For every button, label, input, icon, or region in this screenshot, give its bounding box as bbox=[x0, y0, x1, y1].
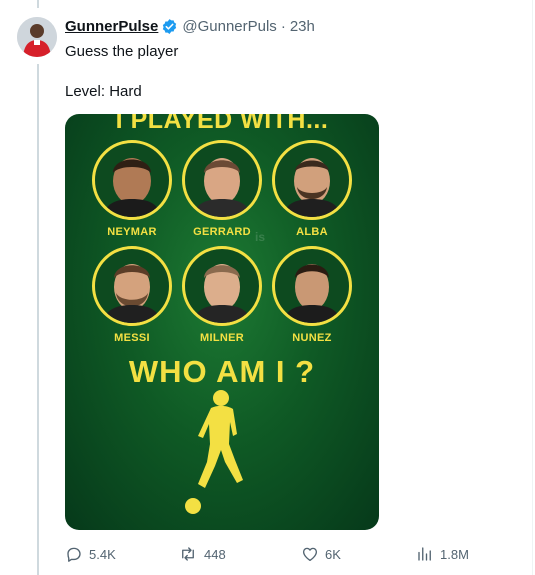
media-watermark: is bbox=[255, 230, 266, 244]
thread-line bbox=[37, 64, 39, 575]
player-name: NEYMAR bbox=[107, 226, 157, 238]
tweet-header: GunnerPulse @GunnerPuls · 23h bbox=[65, 18, 315, 35]
player-card: ALBA bbox=[269, 140, 355, 238]
action-bar: 5.4K 448 6K 1.8M bbox=[65, 545, 505, 565]
player-card: NEYMAR bbox=[89, 140, 175, 238]
who-am-i-text: WHO AM I ? bbox=[128, 354, 316, 389]
repost-button[interactable]: 448 bbox=[178, 545, 226, 563]
heart-icon bbox=[302, 547, 318, 562]
like-button[interactable]: 6K bbox=[301, 545, 341, 563]
player-name: ALBA bbox=[296, 226, 328, 238]
player-photo bbox=[92, 140, 172, 220]
player-photo bbox=[272, 246, 352, 326]
verified-badge-icon bbox=[163, 19, 177, 34]
views-button[interactable]: 1.8M bbox=[416, 545, 469, 563]
player-photo bbox=[272, 140, 352, 220]
repost-count: 448 bbox=[204, 546, 226, 562]
reply-button[interactable]: 5.4K bbox=[65, 545, 116, 563]
player-card: MESSI bbox=[89, 246, 175, 344]
player-name: GERRARD bbox=[193, 226, 251, 238]
player-photo bbox=[182, 140, 262, 220]
tweet-text: Guess the player Level: Hard bbox=[65, 42, 178, 102]
views-bar-chart-icon bbox=[418, 547, 431, 561]
tweet-text-line: Guess the player bbox=[65, 43, 179, 60]
views-count: 1.8M bbox=[440, 546, 469, 562]
player-name: MILNER bbox=[200, 332, 244, 344]
timestamp[interactable]: 23h bbox=[290, 18, 315, 35]
player-card: NUNEZ bbox=[269, 246, 355, 344]
separator-dot: · bbox=[280, 18, 286, 35]
player-silhouette-icon bbox=[185, 390, 243, 514]
timeline-divider bbox=[532, 0, 533, 575]
player-name: MESSI bbox=[114, 332, 150, 344]
player-name: NUNEZ bbox=[292, 332, 332, 344]
thread-line-top bbox=[37, 0, 39, 8]
player-card: GERRARD bbox=[179, 140, 265, 238]
player-card: MILNER bbox=[179, 246, 265, 344]
avatar-image bbox=[17, 17, 57, 57]
avatar[interactable] bbox=[17, 17, 57, 57]
tweet-text-line: Level: Hard bbox=[65, 83, 142, 100]
player-photo bbox=[182, 246, 262, 326]
reply-icon bbox=[67, 547, 81, 562]
media-banner: I PLAYED WITH... bbox=[115, 114, 329, 134]
like-count: 6K bbox=[325, 546, 341, 562]
tweet-media-image[interactable]: I PLAYED WITH... NEYMAR GERRARD ALBA MES… bbox=[65, 114, 379, 530]
repost-icon bbox=[182, 547, 194, 561]
player-photo bbox=[92, 246, 172, 326]
reply-count: 5.4K bbox=[89, 546, 116, 562]
author-handle[interactable]: @GunnerPuls bbox=[182, 18, 276, 35]
author-name[interactable]: GunnerPulse bbox=[65, 18, 158, 35]
